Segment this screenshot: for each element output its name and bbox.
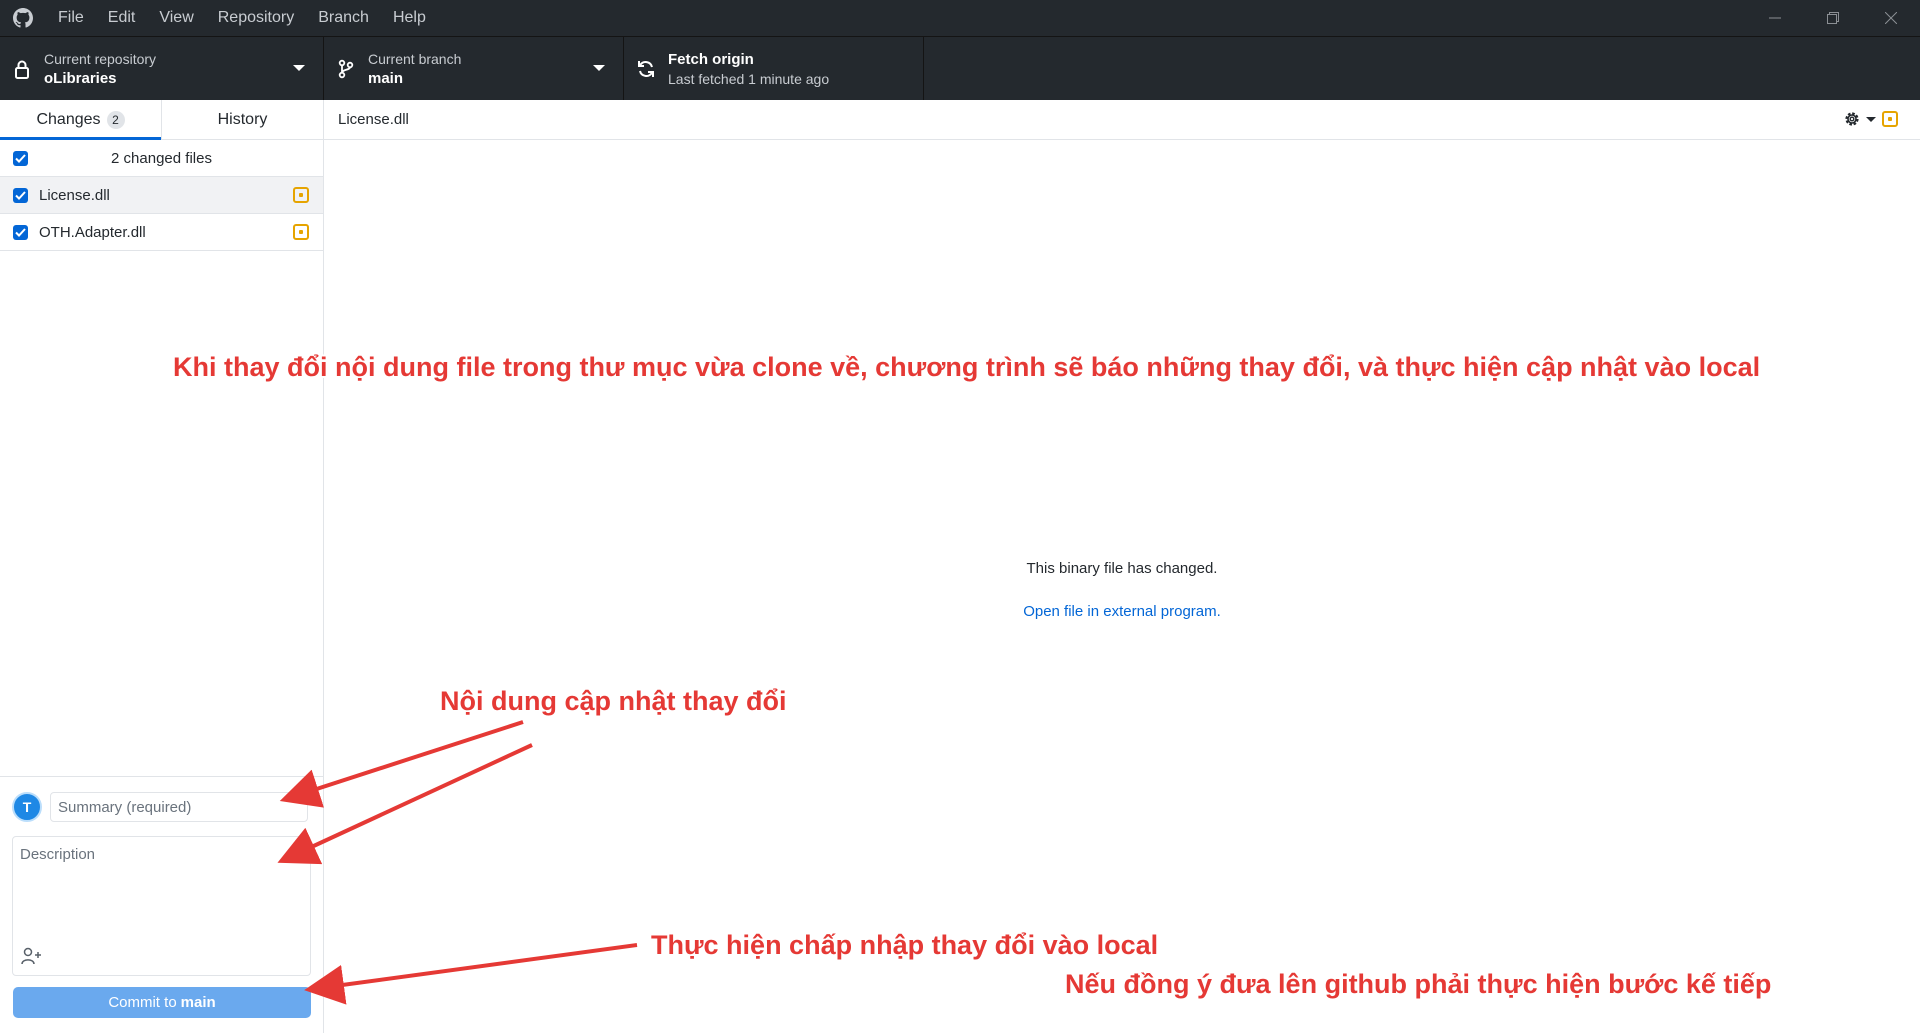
file-checkbox[interactable]: [13, 187, 28, 203]
minimize-button[interactable]: [1746, 0, 1804, 36]
gear-icon: [1845, 112, 1859, 126]
tab-changes[interactable]: Changes 2: [0, 100, 161, 140]
diff-settings-button[interactable]: [1842, 109, 1876, 129]
menu-branch[interactable]: Branch: [306, 0, 381, 36]
branch-icon: [324, 59, 368, 79]
changes-sidebar: Changes 2 History 2 changed files Licens…: [0, 100, 324, 1033]
commit-button[interactable]: Commit to main: [13, 987, 311, 1018]
avatar[interactable]: T: [12, 792, 42, 822]
commit-branch-name: main: [180, 994, 216, 1011]
chevron-down-icon: [1866, 116, 1876, 122]
commit-button-label: Commit to: [108, 994, 177, 1011]
tab-history-label: History: [217, 110, 268, 128]
minimize-icon: [1769, 17, 1781, 19]
diff-file-name: License.dll: [338, 111, 409, 128]
lock-icon: [0, 59, 44, 79]
diff-panel: License.dll This binary file has changed…: [324, 100, 1920, 1033]
tab-changes-label: Changes: [36, 110, 101, 128]
checkmark-icon: [15, 190, 26, 200]
window-controls: [1746, 0, 1920, 36]
select-all-checkbox[interactable]: [13, 150, 28, 166]
binary-file-message: This binary file has changed.: [1026, 560, 1218, 577]
restore-button[interactable]: [1804, 0, 1862, 36]
menu-bar: File Edit View Repository Branch Help: [46, 0, 438, 36]
file-modified-icon: [293, 224, 309, 240]
menu-repository[interactable]: Repository: [206, 0, 306, 36]
file-name: OTH.Adapter.dll: [39, 223, 146, 241]
github-logo-icon: [0, 0, 46, 36]
repository-name: oLibraries: [44, 69, 117, 87]
branch-label: Current branch: [368, 50, 462, 67]
tab-history[interactable]: History: [161, 100, 323, 139]
sync-icon: [624, 59, 668, 79]
add-coauthor-button[interactable]: [20, 945, 44, 967]
file-row-license[interactable]: License.dll: [0, 177, 323, 214]
chevron-down-icon: [293, 65, 305, 71]
current-branch-button[interactable]: Current branch main: [324, 37, 624, 101]
menu-help[interactable]: Help: [381, 0, 438, 36]
title-bar: File Edit View Repository Branch Help: [0, 0, 1920, 36]
repository-label: Current repository: [44, 50, 157, 67]
branch-name: main: [368, 69, 404, 87]
diff-file-header: License.dll: [324, 100, 1920, 140]
current-repository-button[interactable]: Current repository oLibraries: [0, 37, 324, 101]
file-modified-icon: [1882, 111, 1898, 127]
description-input[interactable]: [13, 837, 310, 937]
file-name: License.dll: [39, 186, 110, 204]
chevron-down-icon: [593, 65, 605, 71]
changed-files-count: 2 changed files: [111, 149, 212, 167]
summary-input[interactable]: [50, 792, 308, 822]
menu-file[interactable]: File: [46, 0, 96, 36]
file-modified-icon: [293, 187, 309, 203]
restore-icon: [1827, 12, 1839, 24]
open-external-link[interactable]: Open file in external program.: [324, 603, 1920, 620]
sidebar-tabs: Changes 2 History: [0, 100, 323, 140]
last-fetched-text: Last fetched 1 minute ago: [668, 70, 830, 87]
menu-edit[interactable]: Edit: [96, 0, 148, 36]
toolbar: Current repository oLibraries Current br…: [0, 36, 1920, 101]
fetch-origin-button[interactable]: Fetch origin Last fetched 1 minute ago: [624, 37, 924, 101]
fetch-origin-title: Fetch origin: [668, 50, 754, 68]
close-button[interactable]: [1862, 0, 1920, 36]
close-icon: [1885, 12, 1897, 24]
file-row-oth-adapter[interactable]: OTH.Adapter.dll: [0, 214, 323, 251]
file-checkbox[interactable]: [13, 224, 28, 240]
changed-files-header: 2 changed files: [0, 140, 323, 177]
checkmark-icon: [15, 227, 26, 237]
add-person-icon: [21, 947, 41, 965]
commit-form: T Commit to main: [0, 776, 323, 1033]
menu-view[interactable]: View: [147, 0, 205, 36]
checkmark-icon: [15, 153, 26, 163]
description-box: [12, 836, 311, 976]
changes-count-badge: 2: [106, 110, 125, 129]
